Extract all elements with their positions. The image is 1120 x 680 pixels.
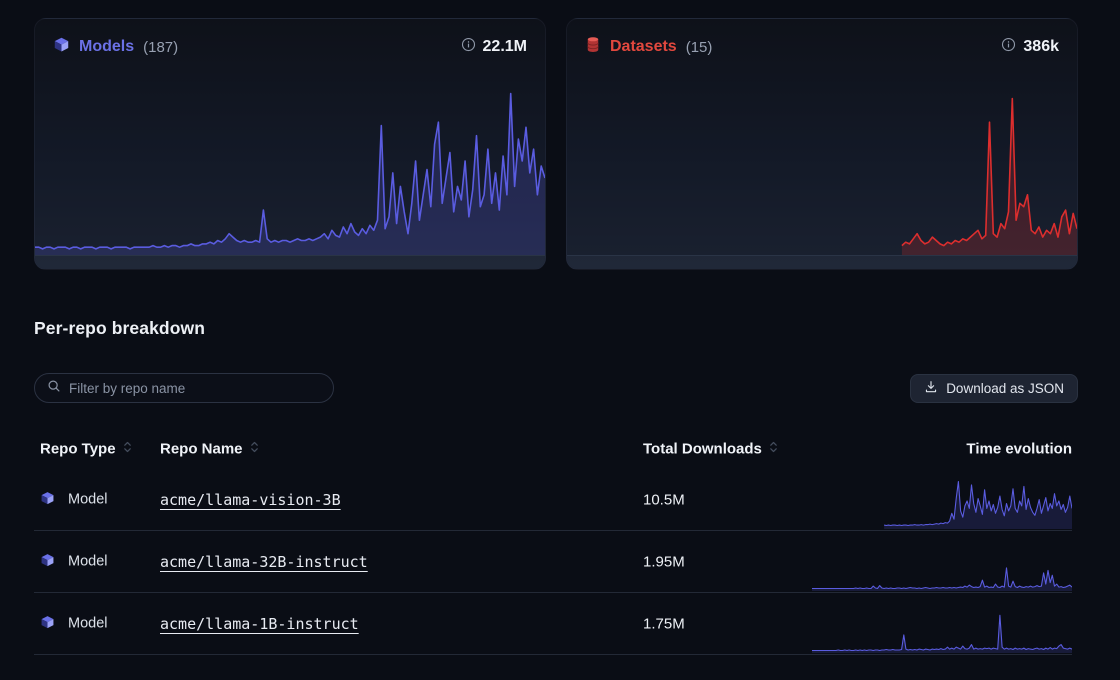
datasets-card: Datasets (15) 386k — [566, 18, 1078, 270]
datasets-card-footer — [567, 255, 1077, 269]
repo-name-header-label: Repo Name — [160, 441, 243, 458]
table-row: Model acme/llama-32B-instruct 1.95M — [34, 531, 1072, 593]
model-cube-icon — [40, 490, 55, 509]
time-evolution-header-label: Time evolution — [966, 441, 1072, 458]
datasets-card-header: Datasets (15) 386k — [567, 19, 1077, 58]
repo-type-label: Model — [68, 554, 108, 570]
repo-type-label: Model — [68, 492, 108, 508]
repo-type-cell: Model — [40, 552, 108, 571]
repo-name-link[interactable]: acme/llama-1B-instruct — [160, 615, 359, 633]
per-repo-table: Repo Type Repo Name Total Downloads Time… — [34, 429, 1072, 655]
repo-type-cell: Model — [40, 490, 108, 509]
models-card-title: Models — [79, 38, 134, 56]
total-downloads-header-label: Total Downloads — [643, 441, 762, 458]
datasets-card-title: Datasets — [610, 38, 677, 56]
page-title: Per-repo breakdown — [34, 318, 1120, 339]
repo-type-label: Model — [68, 616, 108, 632]
info-icon[interactable] — [1001, 37, 1016, 57]
repo-type-header-label: Repo Type — [40, 441, 116, 458]
sort-icon — [769, 440, 778, 459]
datasets-card-count: (15) — [686, 39, 713, 56]
time-evolution-sparkline — [812, 601, 1072, 653]
model-cube-icon — [53, 36, 70, 58]
info-icon[interactable] — [461, 37, 476, 57]
table-row: Model acme/llama-1B-instruct 1.75M — [34, 593, 1072, 655]
models-card-header: Models (187) 22.1M — [35, 19, 545, 58]
repo-name-link[interactable]: acme/llama-32B-instruct — [160, 553, 368, 571]
table-row: Model acme/llama-vision-3B 10.5M — [34, 469, 1072, 531]
models-chart — [35, 58, 545, 255]
time-evolution-header: Time evolution — [966, 441, 1072, 458]
download-json-label: Download as JSON — [946, 381, 1064, 396]
datasets-total-downloads: 386k — [1023, 38, 1059, 56]
datasets-chart — [567, 58, 1077, 255]
summary-cards: Models (187) 22.1M Datasets (15) — [0, 0, 1120, 270]
model-cube-icon — [40, 552, 55, 571]
download-icon — [924, 380, 938, 397]
table-controls: Download as JSON — [34, 373, 1078, 403]
time-evolution-sparkline — [812, 477, 1072, 529]
table-header-row: Repo Type Repo Name Total Downloads Time… — [34, 429, 1072, 469]
total-downloads-value: 1.75M — [643, 615, 685, 632]
repo-name-link[interactable]: acme/llama-vision-3B — [160, 491, 341, 509]
models-card: Models (187) 22.1M — [34, 18, 546, 270]
sort-header-repo-name[interactable]: Repo Name — [160, 440, 259, 459]
models-total-downloads: 22.1M — [483, 38, 527, 56]
sort-header-total-downloads[interactable]: Total Downloads — [643, 440, 778, 459]
total-downloads-value: 10.5M — [643, 491, 685, 508]
models-card-footer — [35, 255, 545, 269]
repo-filter[interactable] — [34, 373, 334, 403]
models-card-count: (187) — [143, 39, 178, 56]
sort-header-repo-type[interactable]: Repo Type — [40, 440, 132, 459]
time-evolution-sparkline — [812, 539, 1072, 591]
sort-icon — [250, 440, 259, 459]
model-cube-icon — [40, 614, 55, 633]
dataset-database-icon — [585, 36, 601, 58]
total-downloads-value: 1.95M — [643, 553, 685, 570]
sort-icon — [123, 440, 132, 459]
repo-filter-input[interactable] — [69, 381, 321, 396]
repo-type-cell: Model — [40, 614, 108, 633]
search-icon — [47, 379, 61, 398]
download-json-button[interactable]: Download as JSON — [910, 374, 1078, 403]
